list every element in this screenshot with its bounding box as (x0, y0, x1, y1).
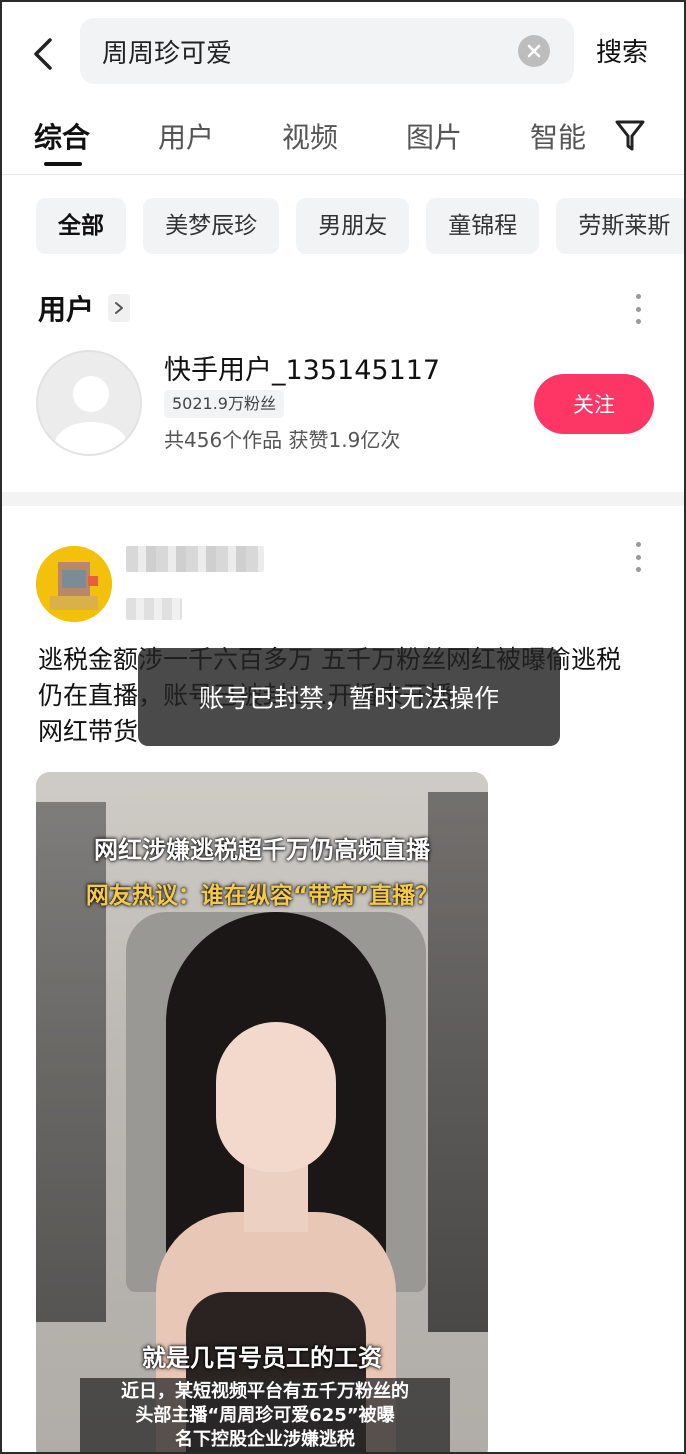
chip-all[interactable]: 全部 (36, 198, 126, 254)
chip-boyfriend[interactable]: 男朋友 (296, 198, 410, 254)
chip-tongjincheng[interactable]: 童锦程 (426, 198, 540, 254)
chip-rolls-royce[interactable]: 劳斯莱斯 (556, 198, 684, 254)
chip-meimeng[interactable]: 美梦辰珍 (143, 198, 280, 254)
search-button[interactable]: 搜索 (596, 32, 648, 69)
back-arrow-icon[interactable] (28, 34, 58, 74)
section-divider (2, 492, 684, 506)
video-caption: 近日，某短视频平台有五千万粉丝的 头部主播“周周珍可爱625”被曝 名下控股企业… (80, 1378, 450, 1452)
video-person-neck (244, 1162, 308, 1232)
video-shelf-right (428, 792, 488, 1332)
tab-images[interactable]: 图片 (406, 116, 462, 156)
follow-button[interactable]: 关注 (534, 374, 654, 434)
video-subtitle: 就是几百号员工的工资 (142, 1344, 382, 1372)
video-caption-line: 名下控股企业涉嫌逃税 (175, 1429, 355, 1450)
tab-bar: 综合 用户 视频 图片 智能 (2, 106, 684, 174)
tab-smart[interactable]: 智能 (530, 116, 586, 156)
divider (2, 174, 684, 175)
video-caption-line: 头部主播“周周珍可爱625”被曝 (135, 1405, 395, 1426)
fans-count-badge: 5021.9万粉丝 (164, 390, 284, 418)
post-more-options-icon[interactable] (633, 542, 643, 572)
chevron-right-icon[interactable] (108, 294, 130, 322)
video-person-face (216, 1022, 336, 1172)
user-stats: 共456个作品 获赞1.9亿次 (164, 428, 401, 452)
toast-message: 账号已封禁，暂时无法操作 (138, 648, 560, 746)
avatar[interactable] (36, 350, 142, 456)
more-options-icon[interactable] (633, 294, 643, 324)
search-input[interactable]: 周周珍可爱 (80, 18, 574, 84)
clear-icon[interactable] (518, 35, 550, 67)
video-thumbnail[interactable]: 网红涉嫌逃税超千万仍高频直播 网友热议：谁在纵容“带病”直播？ 就是几百号员工的… (36, 772, 488, 1452)
tab-videos[interactable]: 视频 (282, 116, 338, 156)
search-query-text: 周周珍可爱 (102, 38, 233, 69)
post-author-name-blurred[interactable] (126, 546, 264, 572)
tab-users[interactable]: 用户 (158, 116, 214, 156)
post-date-blurred (126, 598, 182, 620)
screen: 周周珍可爱 搜索 综合 用户 视频 图片 智能 全部 美梦辰珍 男朋友 童锦程 … (0, 0, 686, 1454)
filter-chips: 全部 美梦辰珍 男朋友 童锦程 劳斯莱斯 (36, 198, 684, 254)
tab-all[interactable]: 综合 (34, 116, 90, 156)
section-title-users[interactable]: 用户 (38, 288, 94, 328)
tab-active-indicator (44, 162, 82, 166)
video-title-line1: 网红涉嫌逃税超千万仍高频直播 (94, 836, 430, 864)
video-caption-line: 近日，某短视频平台有五千万粉丝的 (121, 1381, 409, 1402)
filter-icon[interactable] (614, 118, 646, 154)
post-author-avatar[interactable] (36, 546, 112, 622)
user-name[interactable]: 快手用户_135145117 (164, 348, 440, 387)
video-title-line2: 网友热议：谁在纵容“带病”直播？ (85, 883, 439, 909)
